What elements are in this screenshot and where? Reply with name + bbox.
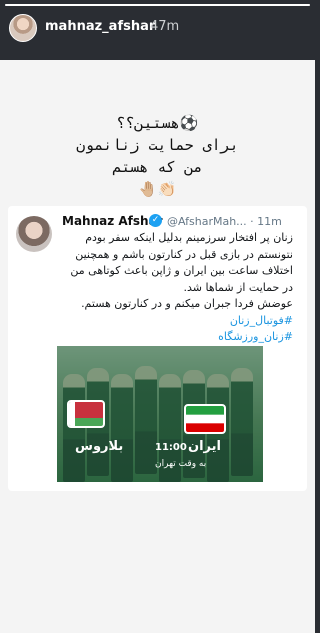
team-left-name: بلاروس xyxy=(75,439,124,454)
avatar[interactable] xyxy=(9,14,37,42)
tweet-line: عوضش فردا جبران میکنم و در کنارتون هستم. xyxy=(81,297,293,310)
hashtag-link[interactable]: #فوتبال_زنان xyxy=(22,313,293,330)
tweet-media-image[interactable]: بلاروس ایران 11:00 به وقت تهران xyxy=(57,346,263,482)
story-progress-bar xyxy=(5,4,310,6)
tweet-line: اختلاف ساعت بین ایران و ژاپن باعث کوتاهی… xyxy=(70,264,293,277)
team-right-name: ایران xyxy=(188,439,221,454)
tweet-handle-text: @AfsharMah... xyxy=(167,215,247,228)
headline-line-1: هستین؟؟⚽ xyxy=(116,114,199,132)
tweet-line: زنان پر افتخار سرزمینم بدلیل اینکه سفر ب… xyxy=(85,231,293,244)
story-header: mahnaz_afshar 47m xyxy=(0,10,315,46)
headline-line-2: برای حمایت زنانمون xyxy=(76,136,239,154)
iran-flag-icon xyxy=(184,404,226,434)
tweet-body: زنان پر افتخار سرزمینم بدلیل اینکه سفر ب… xyxy=(22,230,293,346)
post-time: 47m xyxy=(150,19,180,34)
kickoff-time: 11:00 xyxy=(155,442,187,453)
tweet-line: در حمایت از شماها شد. xyxy=(183,280,293,294)
tweet-time: · 11m xyxy=(250,215,282,228)
headline-line-3: من که هستم xyxy=(112,158,203,176)
emoji-row: 🤚🏼👏🏻 xyxy=(138,180,177,198)
hashtag-link[interactable]: #زنان_ورزشگاه xyxy=(22,329,293,346)
tweet-author-name[interactable]: Mahnaz Afshar xyxy=(62,214,163,228)
kickoff-note: به وقت تهران xyxy=(155,459,207,469)
story-headline: هستین؟؟⚽ برای حمایت زنانمون من که هستم 🤚… xyxy=(0,112,315,200)
belarus-flag-icon xyxy=(67,400,105,428)
tweet-line: نتونستم در بازی قبل در کنارتون باشم و هم… xyxy=(75,247,293,261)
story-progress-fill xyxy=(5,4,310,6)
tweet-handle: @AfsharMah... · 11m xyxy=(167,215,282,228)
username[interactable]: mahnaz_afshar xyxy=(45,19,155,34)
verified-badge-icon: ✓ xyxy=(149,214,162,227)
